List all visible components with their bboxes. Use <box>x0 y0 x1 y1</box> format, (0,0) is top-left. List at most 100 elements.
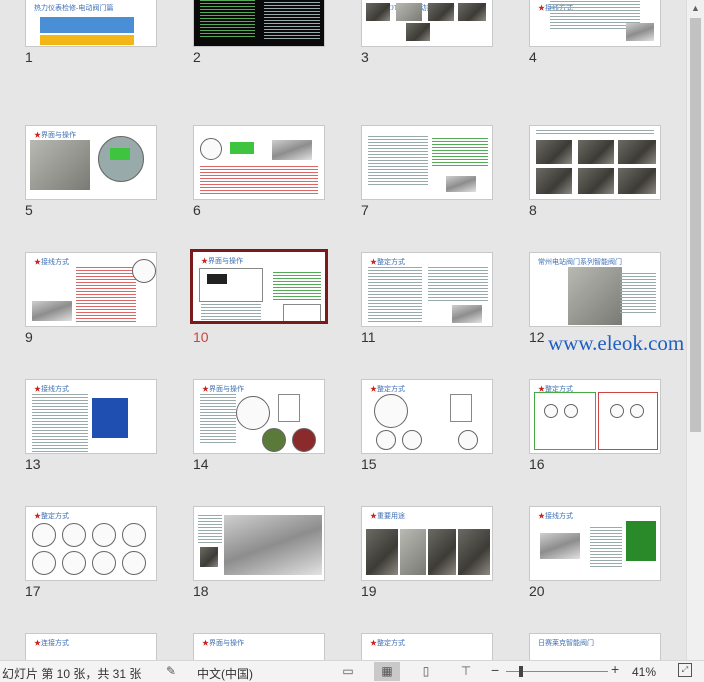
slide-thumbnail-title: ★界面与操作 <box>201 256 243 266</box>
slide-thumbnail-image[interactable]: ★界面与操作 <box>193 633 325 660</box>
slide-thumbnail-image[interactable]: ★连接方式 <box>25 633 157 660</box>
slide-thumbnail-title: ★整定方式 <box>370 638 405 648</box>
normal-view-button[interactable]: ▭ <box>335 662 361 681</box>
title-star-icon: ★ <box>370 385 377 393</box>
slide-number: 8 <box>529 202 537 218</box>
slide-number: 1 <box>25 49 33 65</box>
slide-thumbnail-title: ★界面与操作 <box>202 638 244 648</box>
title-star-icon: ★ <box>202 385 209 393</box>
slide-number: 6 <box>193 202 201 218</box>
slide-number: 17 <box>25 583 41 599</box>
title-star-icon: ★ <box>538 512 545 520</box>
slide-title-text: 整定方式 <box>377 639 405 647</box>
slide-thumbnail-image[interactable]: ★整定方式 <box>25 506 157 581</box>
slide-number: 20 <box>529 583 545 599</box>
slide-title-text: 接线方式 <box>41 385 69 393</box>
notes-edit-icon[interactable]: ✎ <box>166 664 176 678</box>
slide-number: 15 <box>361 456 377 472</box>
slide-thumbnail-title: ★接线方式 <box>34 257 69 267</box>
slide-thumbnail-title: ★整定方式 <box>34 511 69 521</box>
slide-number: 2 <box>193 49 201 65</box>
title-star-icon: ★ <box>34 639 41 647</box>
slide-count-status: 幻灯片 第 10 张，共 31 张 <box>2 667 142 681</box>
language-status[interactable]: 中文(中国) <box>197 665 253 682</box>
slide-thumbnail-image[interactable]: 常州电站阀门系列智能阀门 <box>529 252 661 327</box>
title-star-icon: ★ <box>370 639 377 647</box>
title-star-icon: ★ <box>34 258 41 266</box>
slide-thumbnail-title: 热力仪表检修-电动阀门篇 <box>34 3 113 13</box>
status-bar: 幻灯片 第 10 张，共 31 张 ✎ 中文(中国) ▭ ▦ ▯ ⊤ − + 4… <box>0 660 704 682</box>
title-star-icon: ★ <box>34 131 41 139</box>
zoom-slider-knob[interactable] <box>519 666 523 677</box>
slide-thumbnail-image[interactable]: ★整定方式 <box>361 379 493 454</box>
slide-number: 12 <box>529 329 545 345</box>
slide-title-text: 整定方式 <box>41 512 69 520</box>
slide-thumbnail-image[interactable] <box>361 125 493 200</box>
slide-thumbnail-title: ★整定方式 <box>370 257 405 267</box>
slide-thumbnail-title: ★接线方式 <box>34 384 69 394</box>
title-star-icon: ★ <box>538 4 545 12</box>
scroll-up-arrow-icon[interactable]: ▲ <box>687 0 704 16</box>
slide-sorter[interactable]: 热力仪表检修-电动阀门篇12思恩ROTORK电动执行机构3★接线方式4★界面与操… <box>0 0 686 660</box>
slide-thumbnail-image[interactable]: ★接线方式 <box>25 379 157 454</box>
zoom-out-button[interactable]: − <box>491 662 499 678</box>
slide-title-text: 界面与操作 <box>209 385 244 393</box>
scroll-thumb[interactable] <box>690 18 701 432</box>
slide-number: 19 <box>361 583 377 599</box>
slide-thumbnail-title: ★界面与操作 <box>34 130 76 140</box>
slide-thumbnail-title: 常州电站阀门系列智能阀门 <box>538 257 622 267</box>
slide-number: 18 <box>193 583 209 599</box>
slide-thumbnail-image[interactable]: ★接线方式 <box>529 0 661 47</box>
slide-thumbnail-image[interactable]: ★整定方式 <box>361 252 493 327</box>
slide-sorter-view-button[interactable]: ▦ <box>374 662 400 681</box>
slide-number: 9 <box>25 329 33 345</box>
slide-number: 3 <box>361 49 369 65</box>
zoom-in-button[interactable]: + <box>611 661 619 677</box>
slide-thumbnail-image[interactable]: ★重要用途 <box>361 506 493 581</box>
slide-title-text: 重要用途 <box>377 512 405 520</box>
vertical-scrollbar[interactable]: ▲ <box>686 0 704 660</box>
slide-thumbnail-title: ★连接方式 <box>34 638 69 648</box>
slide-title-text: 整定方式 <box>377 258 405 266</box>
title-star-icon: ★ <box>370 512 377 520</box>
fit-to-window-icon[interactable]: ⤢ <box>678 663 692 677</box>
slide-thumbnail-title: ★重要用途 <box>370 511 405 521</box>
slide-title-text: 整定方式 <box>377 385 405 393</box>
slide-title-text: 热力仪表检修-电动阀门篇 <box>34 4 114 12</box>
slide-thumbnail-image[interactable] <box>529 125 661 200</box>
slide-thumbnail-image[interactable]: 热力仪表检修-电动阀门篇 <box>25 0 157 47</box>
slide-title-text: 接线方式 <box>545 512 573 520</box>
slide-title-text: 界面与操作 <box>41 131 76 139</box>
slide-thumbnail-title: ★整定方式 <box>370 384 405 394</box>
slide-thumbnail-image[interactable]: 思恩ROTORK电动执行机构 <box>361 0 493 47</box>
slideshow-view-button[interactable]: ⊤ <box>453 662 479 681</box>
slide-thumbnail-image[interactable]: ★整定方式 <box>529 379 661 454</box>
slide-thumbnail-image[interactable]: ★整定方式 <box>361 633 493 660</box>
slide-thumbnail-image[interactable]: ★接线方式 <box>529 506 661 581</box>
slide-title-text: 界面与操作 <box>209 639 244 647</box>
title-star-icon: ★ <box>34 512 41 520</box>
reading-view-button[interactable]: ▯ <box>413 662 439 681</box>
slide-title-text: 界面与操作 <box>208 257 243 265</box>
slide-number: 13 <box>25 456 41 472</box>
slide-title-text: 日赛莱克智能阀门 <box>538 639 594 647</box>
slide-title-text: 连接方式 <box>41 639 69 647</box>
title-star-icon: ★ <box>201 257 208 265</box>
slide-number: 10 <box>193 329 209 345</box>
slide-thumbnail-title: ★接线方式 <box>538 511 573 521</box>
slide-thumbnail-title: ★界面与操作 <box>202 384 244 394</box>
slide-thumbnail-image[interactable]: ★界面与操作 <box>190 249 328 324</box>
slide-thumbnail-title: 日赛莱克智能阀门 <box>538 638 594 648</box>
title-star-icon: ★ <box>202 639 209 647</box>
slide-thumbnail-image[interactable]: ★界面与操作 <box>193 379 325 454</box>
slide-thumbnail-image[interactable] <box>193 506 325 581</box>
zoom-level[interactable]: 41% <box>632 665 656 679</box>
slide-thumbnail-image[interactable]: 日赛莱克智能阀门 <box>529 633 661 660</box>
slide-thumbnail-image[interactable]: ★界面与操作 <box>25 125 157 200</box>
slide-thumbnail-image[interactable] <box>193 125 325 200</box>
slide-title-text: 常州电站阀门系列智能阀门 <box>538 258 622 266</box>
slide-number: 7 <box>361 202 369 218</box>
slide-thumbnail-image[interactable]: ★接线方式 <box>25 252 157 327</box>
slide-thumbnail-image[interactable] <box>193 0 325 47</box>
watermark-text: www.eleok.com <box>548 331 685 355</box>
